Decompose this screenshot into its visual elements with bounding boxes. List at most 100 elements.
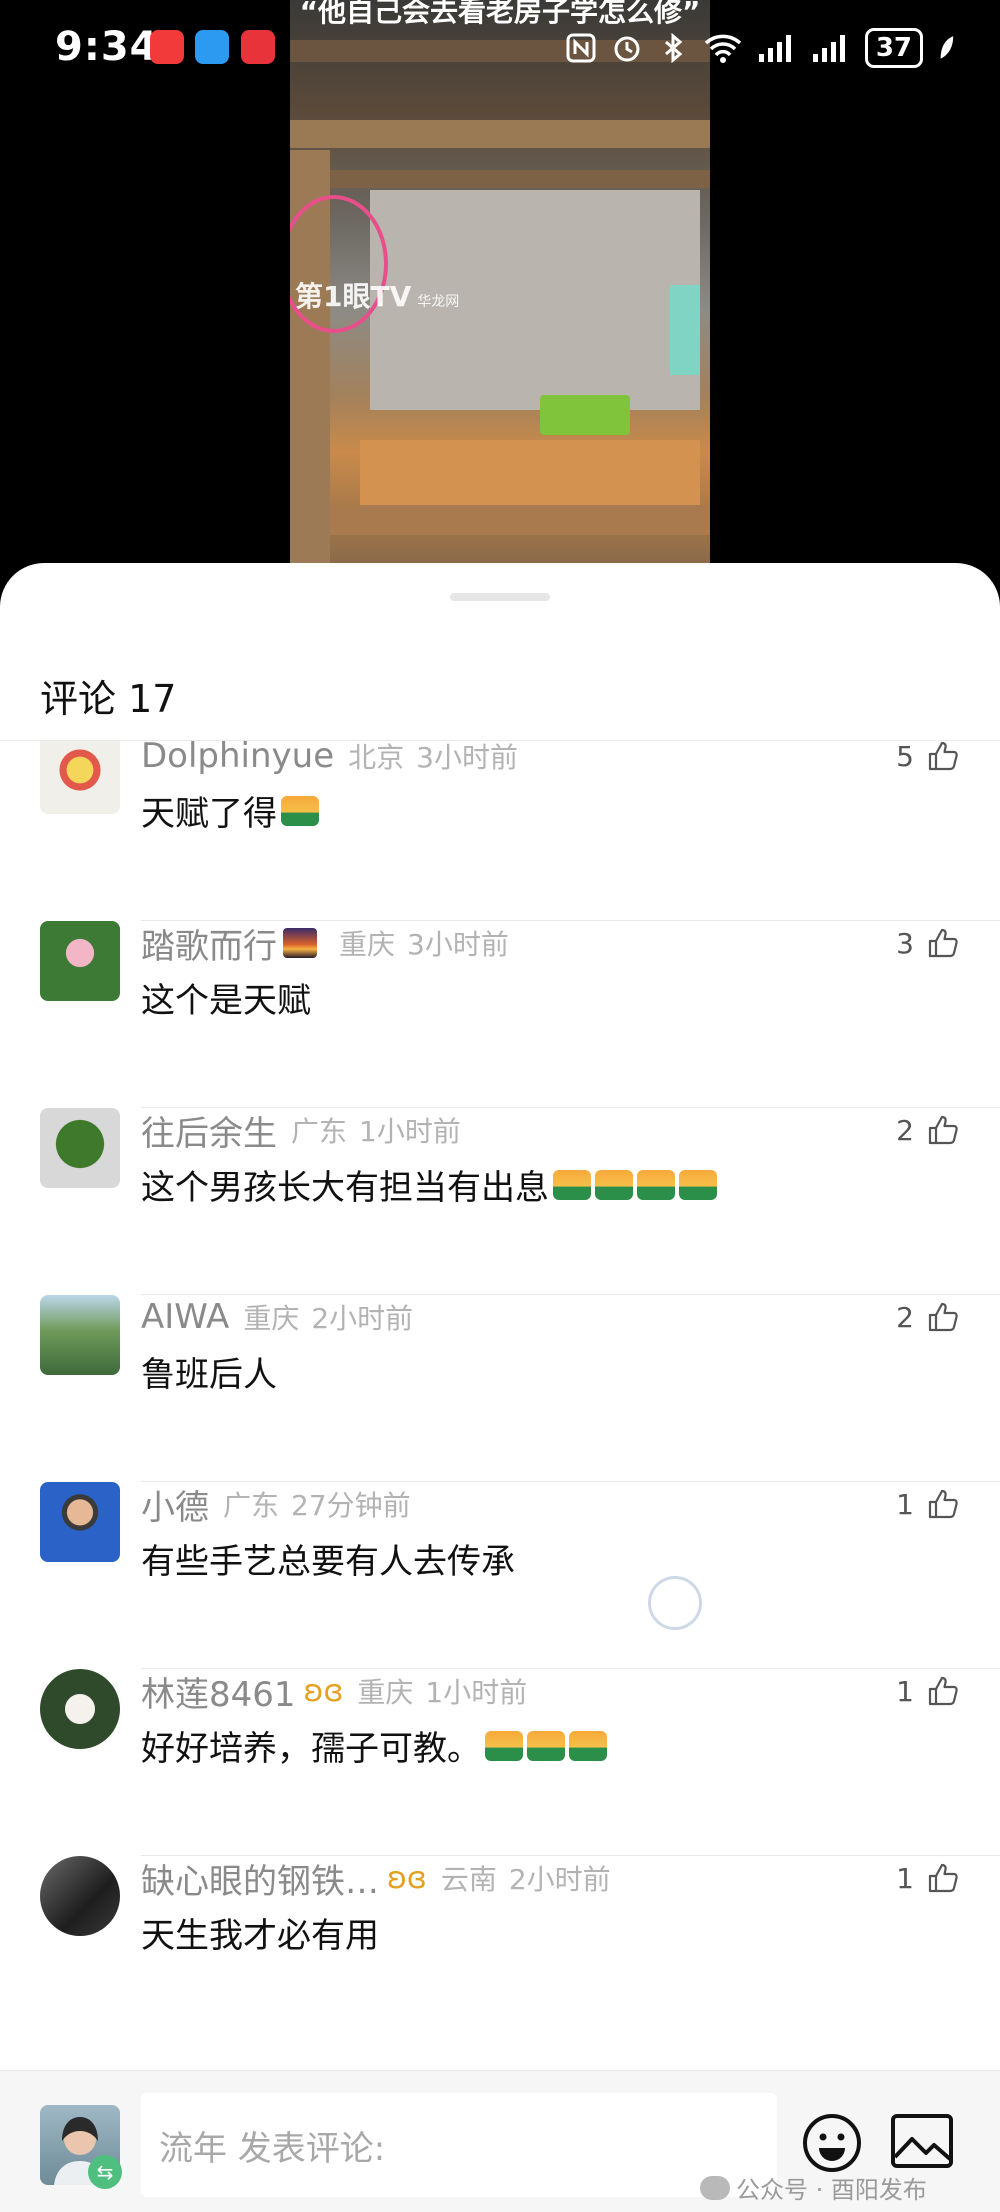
comment-text: 鲁班后人 <box>141 1355 277 1395</box>
vip-badge-icon: ʚɞ <box>303 1673 344 1709</box>
nickname[interactable]: 踏歌而行 <box>141 919 277 968</box>
comment-meta: 林莲8461 ʚɞ 重庆 1小时前 <box>141 1667 528 1716</box>
comments-title: 评论 17 <box>40 677 177 721</box>
like-button[interactable]: 5 <box>896 741 960 778</box>
avatar[interactable] <box>40 1482 120 1562</box>
thumbs-up-emoji-icon <box>637 1169 675 1200</box>
thumbs-up-emoji-icon <box>595 1169 633 1200</box>
thumbs-up-emoji-icon <box>569 1730 607 1761</box>
comment-item[interactable]: 缺心眼的钢铁… ʚɞ 云南 2小时前 天生我才必有用 1 <box>0 1856 1000 2031</box>
battery-indicator: 37 <box>864 28 923 68</box>
comment-item[interactable]: 踏歌而行 重庆 3小时前 这个是天赋 3 <box>0 921 1000 1108</box>
timestamp: 1小时前 <box>359 1115 461 1148</box>
nickname[interactable]: 林莲8461 <box>141 1667 296 1716</box>
video-app-icon <box>150 30 184 64</box>
comment-count: 17 <box>128 677 177 721</box>
timestamp: 3小时前 <box>407 928 509 961</box>
comment-input[interactable]: 流年 发表评论: <box>141 2093 777 2197</box>
comment-meta: 缺心眼的钢铁… ʚɞ 云南 2小时前 <box>141 1854 611 1903</box>
location: 云南 <box>440 1863 497 1896</box>
photos-app-icon <box>195 30 229 64</box>
video-watermark: 第1眼TV 华龙网 <box>295 280 460 313</box>
comment-meta: 往后余生 广东 1小时前 <box>141 1106 461 1155</box>
thumb-up-icon <box>928 928 958 958</box>
loading-spinner <box>648 1576 702 1630</box>
video-frame-object <box>670 285 700 375</box>
comment-text: 这个男孩长大有担当有出息 <box>141 1168 549 1208</box>
timestamp: 2小时前 <box>508 1863 611 1896</box>
sheet-drag-handle[interactable] <box>450 593 550 601</box>
clock: 9:34 <box>55 24 159 70</box>
comment-meta: Dolphinyue 北京 3小时前 <box>141 741 518 778</box>
status-icons: 37 <box>565 28 955 68</box>
like-count: 5 <box>896 741 914 773</box>
comment-item[interactable]: AIWA 重庆 2小时前 鲁班后人 2 <box>0 1295 1000 1482</box>
video-frame-beam <box>290 120 710 148</box>
comment-text-row: 鲁班后人 <box>141 1347 277 1396</box>
comment-text: 天生我才必有用 <box>141 1916 379 1956</box>
location: 重庆 <box>339 928 396 961</box>
avatar[interactable] <box>40 921 120 1001</box>
comment-text: 好好培养，孺子可教。 <box>141 1729 481 1769</box>
thumbs-up-emoji-icon <box>485 1730 523 1761</box>
location: 北京 <box>348 741 405 774</box>
comment-item[interactable]: 小德 广东 27分钟前 有些手艺总要有人去传承 1 <box>0 1482 1000 1669</box>
video-frame-plank <box>330 505 710 535</box>
location: 重庆 <box>243 1302 300 1335</box>
thumbs-up-emoji-icon <box>281 795 319 826</box>
comment-item[interactable]: 林莲8461 ʚɞ 重庆 1小时前 好好培养，孺子可教。 1 <box>0 1669 1000 1856</box>
video-frame-plank <box>360 440 700 510</box>
like-button[interactable]: 1 <box>896 1482 960 1526</box>
avatar[interactable] <box>40 1108 120 1188</box>
signal-icon-2 <box>812 35 845 62</box>
image-button[interactable] <box>890 2111 954 2171</box>
thumb-up-icon <box>928 1115 958 1145</box>
like-button[interactable]: 1 <box>896 1669 960 1713</box>
thumbs-up-emoji-icon <box>679 1169 717 1200</box>
like-button[interactable]: 1 <box>896 1856 960 1900</box>
thumb-up-icon <box>928 1863 958 1893</box>
comment-text: 天赋了得 <box>141 794 277 834</box>
alarm-icon <box>614 36 640 62</box>
thumb-up-icon <box>928 1676 958 1706</box>
comment-text-row: 这个男孩长大有担当有出息 <box>141 1160 717 1209</box>
nickname[interactable]: AIWA <box>141 1297 229 1337</box>
like-count: 2 <box>896 1300 914 1334</box>
comment-meta: 小德 广东 27分钟前 <box>141 1480 411 1529</box>
like-button[interactable]: 2 <box>896 1108 960 1152</box>
nickname[interactable]: Dolphinyue <box>141 741 334 776</box>
location: 广东 <box>291 1115 348 1148</box>
nickname[interactable]: 往后余生 <box>141 1106 277 1155</box>
like-button[interactable]: 3 <box>896 921 960 965</box>
comment-text-row: 天生我才必有用 <box>141 1908 379 1957</box>
avatar[interactable] <box>40 1295 120 1375</box>
nickname[interactable]: 缺心眼的钢铁… <box>141 1854 379 1903</box>
sunset-emoji-icon <box>283 928 317 958</box>
thumbs-up-emoji-icon <box>527 1730 565 1761</box>
like-button[interactable]: 2 <box>896 1295 960 1339</box>
comment-meta: AIWA 重庆 2小时前 <box>141 1295 413 1339</box>
nickname[interactable]: 小德 <box>141 1480 209 1529</box>
like-count: 1 <box>896 1487 914 1521</box>
nfc-icon <box>566 33 596 63</box>
status-bar: 9:34 37 <box>0 0 1000 100</box>
thumb-up-icon <box>928 1302 958 1332</box>
video-frame-beam <box>290 170 710 188</box>
signal-icon-1 <box>758 35 791 62</box>
avatar[interactable] <box>40 741 120 814</box>
comment-item[interactable]: Dolphinyue 北京 3小时前 天赋了得 5 <box>0 741 1000 921</box>
like-count: 3 <box>896 926 914 960</box>
switch-account-icon[interactable]: ⇆ <box>88 2155 122 2189</box>
emoji-button[interactable] <box>800 2111 864 2175</box>
like-count: 2 <box>896 1113 914 1147</box>
timestamp: 27分钟前 <box>291 1489 411 1522</box>
thumb-up-icon <box>928 741 958 771</box>
avatar[interactable] <box>40 1669 120 1749</box>
comment-text: 有些手艺总要有人去传承 <box>141 1542 515 1582</box>
comment-item[interactable]: 往后余生 广东 1小时前 这个男孩长大有担当有出息 2 <box>0 1108 1000 1295</box>
thumbs-up-emoji-icon <box>553 1169 591 1200</box>
timestamp: 3小时前 <box>416 741 518 774</box>
timestamp: 1小时前 <box>425 1676 528 1709</box>
comment-list[interactable]: Dolphinyue 北京 3小时前 天赋了得 5 踏歌而行 重庆 3小时前 这… <box>0 741 1000 2031</box>
avatar[interactable] <box>40 1856 120 1936</box>
